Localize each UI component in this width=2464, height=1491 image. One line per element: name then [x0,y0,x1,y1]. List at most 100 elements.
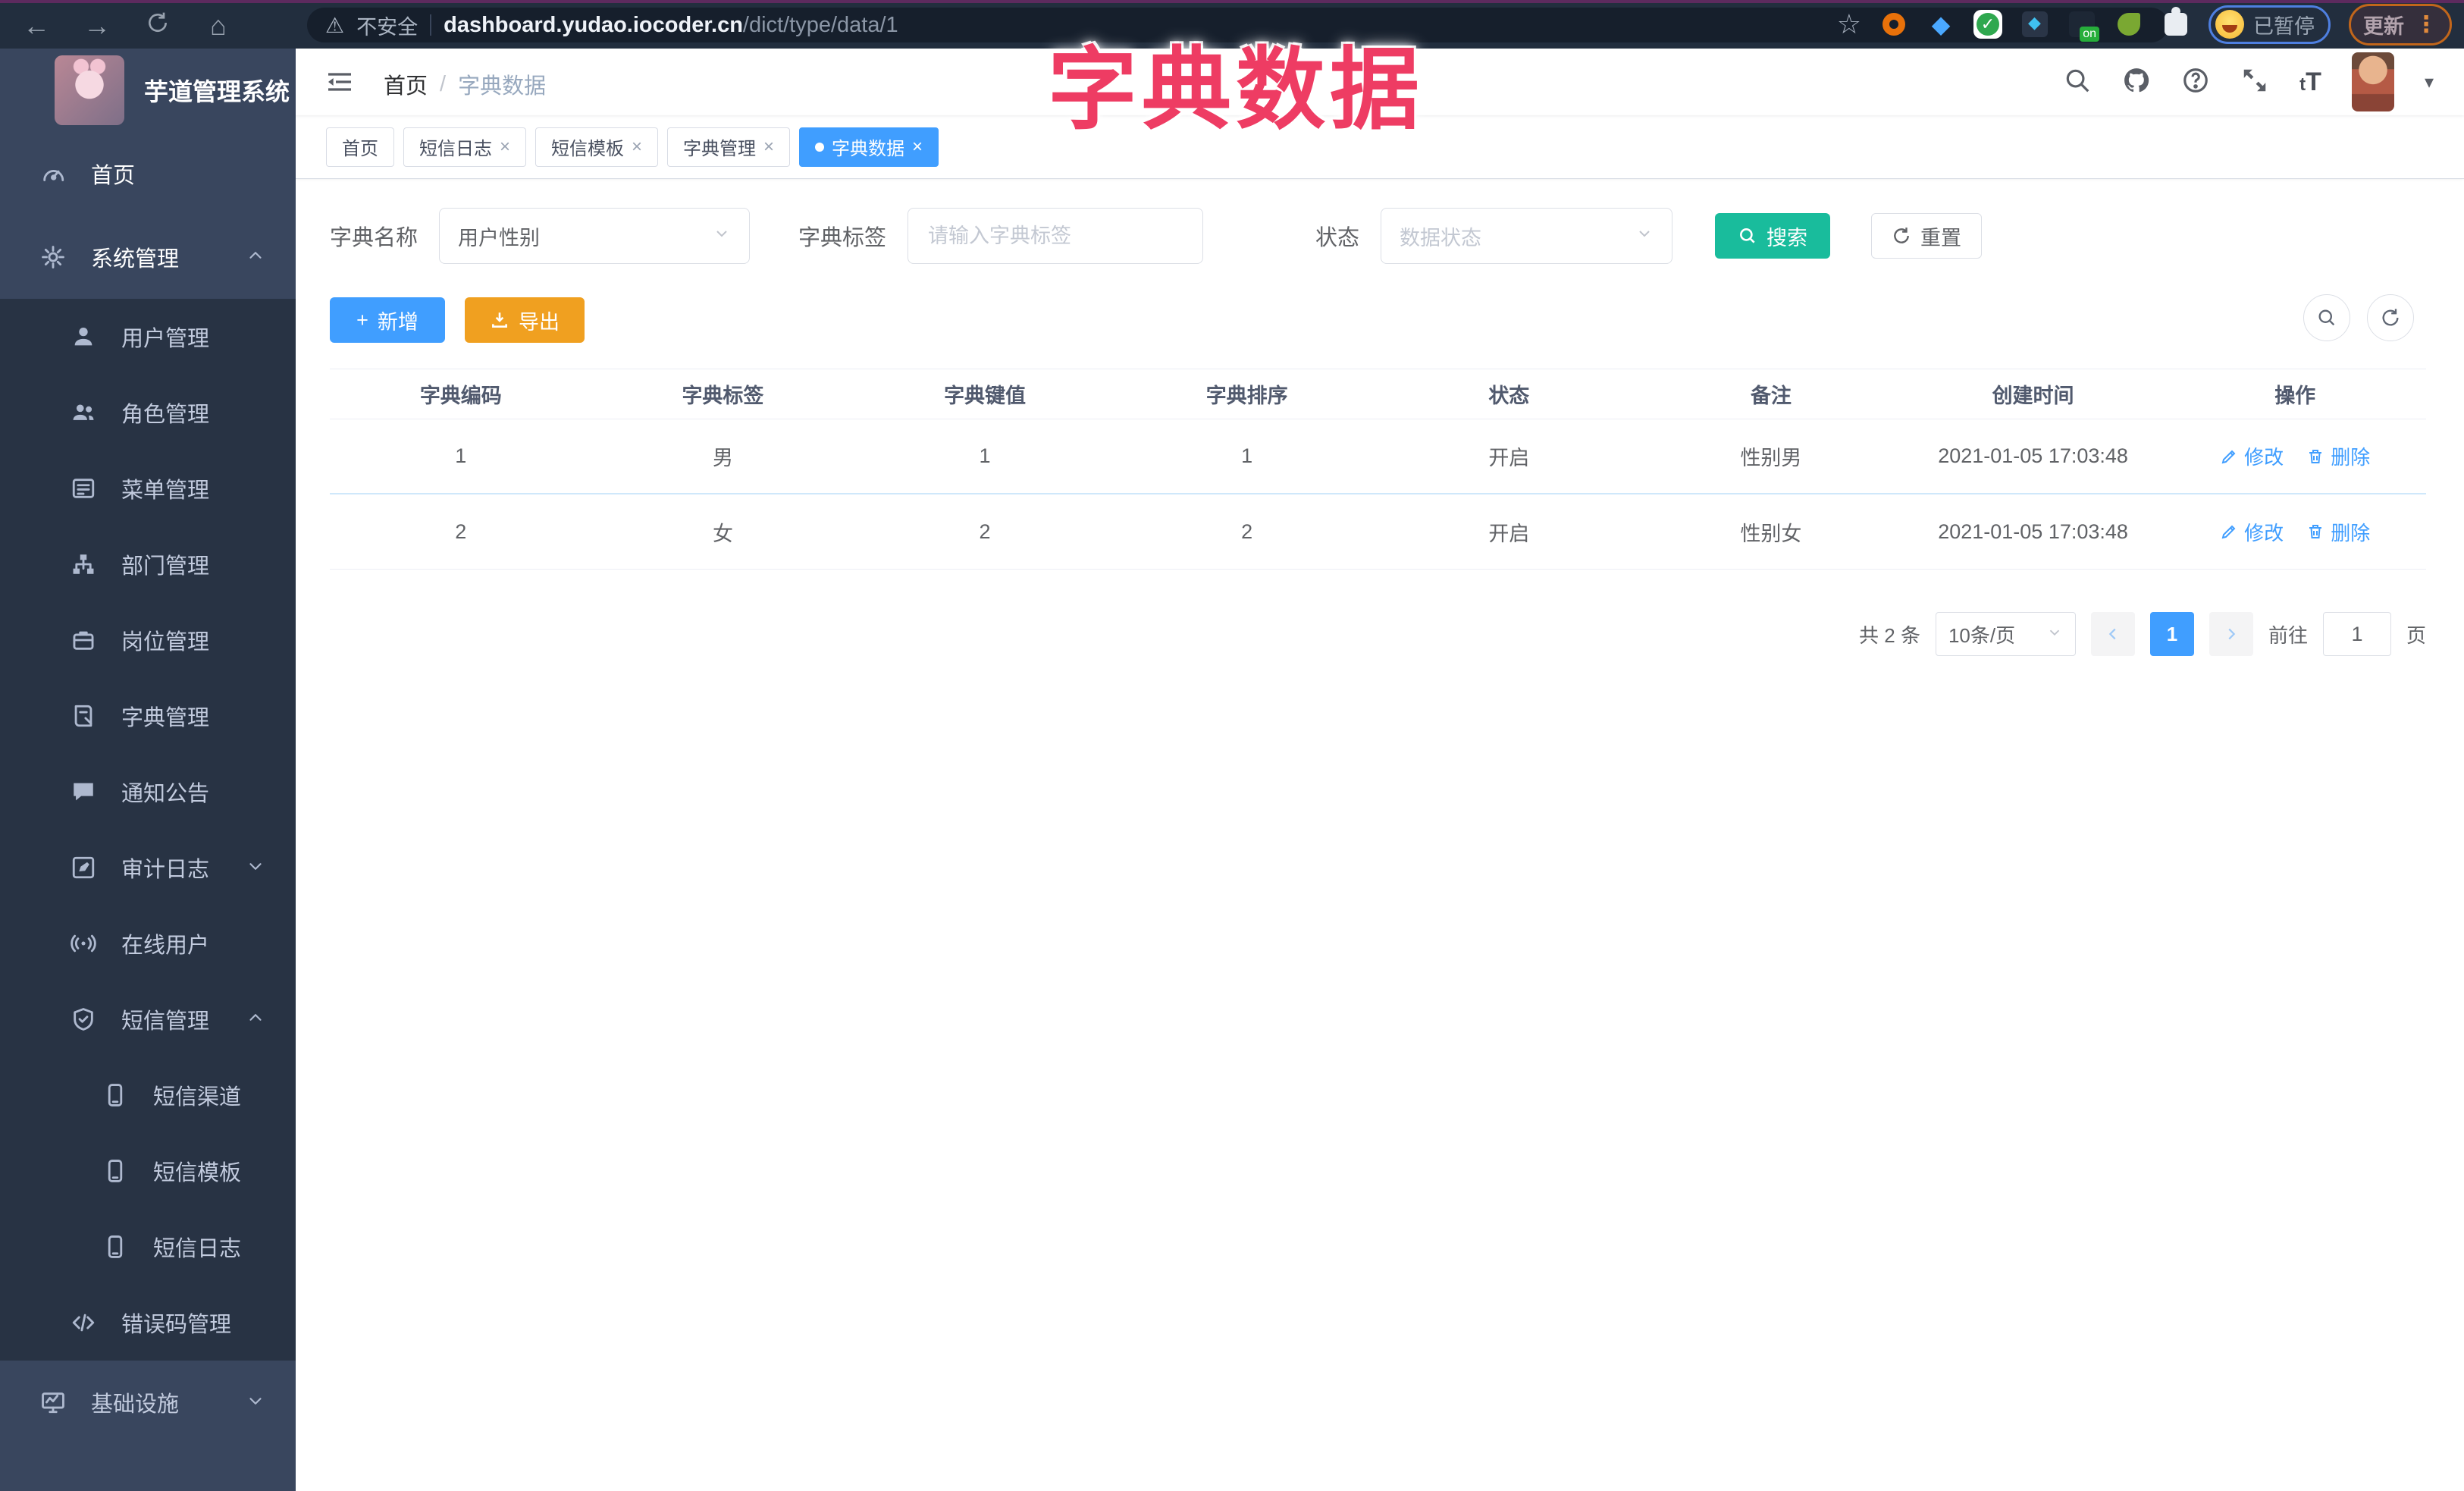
font-size-icon[interactable]: tT [2299,67,2321,97]
sidebar-item[interactable]: 在线用户 [0,906,296,981]
browser-update-button[interactable]: 更新 ⋮ [2349,3,2452,46]
table-column-header: 操作 [2274,385,2316,407]
extensions-puzzle-icon[interactable] [2161,7,2190,39]
dict-label-input[interactable] [926,223,1185,249]
bookmark-star-icon[interactable]: ☆ [1837,8,1861,40]
browser-reload-icon[interactable] [143,10,173,42]
refresh-button[interactable] [2367,294,2414,341]
trash-icon [2309,525,2322,538]
edit-link[interactable]: 修改 [2220,442,2284,470]
sidebar-item[interactable]: 短信日志 [0,1209,296,1285]
extension-icon[interactable]: on [2067,10,2099,42]
table-column-header: 字典编码 [419,385,502,407]
reset-button[interactable]: 重置 [1871,213,1983,259]
close-icon[interactable]: × [632,137,642,158]
tab-label: 字典数据 [832,139,905,159]
browser-menu-icon[interactable]: ⋮ [2415,11,2437,38]
monitor-icon [36,1389,70,1415]
sidebar-item[interactable]: 部门管理 [0,526,296,602]
add-button[interactable]: + 新增 [330,297,445,343]
delete-link[interactable]: 删除 [2306,442,2370,470]
search-icon[interactable] [2063,66,2092,99]
sidebar-item[interactable]: 审计日志 [0,830,296,906]
breadcrumb-home[interactable]: 首页 [384,68,428,100]
dict-name-select[interactable]: 用户性别 [439,208,751,264]
status-select[interactable]: 数据状态 [1381,208,1673,264]
extension-icon[interactable]: ✓ [1973,10,2002,39]
sidebar-item[interactable]: 首页 [0,132,296,215]
table-cell: 性别女 [1740,522,1802,545]
tab-item[interactable]: 短信日志 × [403,127,527,167]
sidebar-item[interactable]: 错误码管理 [0,1285,296,1361]
extension-icon[interactable]: ◆ [1926,10,1955,39]
edit-label: 修改 [2244,521,2284,545]
sidebar-item-label: 部门管理 [121,554,210,579]
export-button[interactable]: 导出 [465,297,585,343]
close-icon[interactable]: × [500,137,510,158]
tab-label: 字典管理 [683,139,757,159]
edit-link[interactable]: 修改 [2220,518,2284,546]
dict-name-label: 字典名称 [330,226,419,250]
sidebar-item[interactable]: 通知公告 [0,754,296,830]
goto-page-input[interactable] [2322,612,2391,656]
sidebar-item[interactable]: 短信渠道 [0,1057,296,1133]
prev-page-button[interactable] [2090,612,2135,656]
avatar-caret-icon[interactable]: ▾ [2425,71,2434,93]
page-size-select[interactable]: 10条/页 [1935,612,2076,656]
github-icon[interactable] [2122,66,2151,99]
search-button-label: 搜索 [1766,226,1808,250]
next-page-button[interactable] [2209,612,2253,656]
delete-link[interactable]: 删除 [2306,518,2370,546]
sidebar-item[interactable]: 菜单管理 [0,450,296,526]
gear-icon [36,244,70,270]
profile-paused-chip[interactable]: 已暂停 [2209,5,2331,44]
screen: ← → ⌂ ⚠ 不安全 dashboard.yudao.iocoder.cn/d… [0,0,2464,1491]
export-button-label: 导出 [519,310,560,334]
extension-icon[interactable]: ◆ [2020,10,2049,39]
browser-forward-icon[interactable]: → [82,10,112,42]
fullscreen-icon[interactable] [2240,66,2269,99]
edit-icon [2221,450,2236,463]
table-column-header: 字典标签 [682,385,764,407]
user-avatar[interactable] [2351,52,2394,111]
sidebar-item[interactable]: 基础设施 [0,1361,296,1444]
help-icon[interactable] [2181,66,2210,99]
edit-label: 修改 [2244,446,2284,469]
browser-back-icon[interactable]: ← [21,10,52,42]
main-area: 首页 / 字典数据 tT ▾ 首页 短信日志 × 短信模板 × 字典管理 × 字典数据 × 字典… [296,49,2464,1491]
tab-item[interactable]: 短信模板 × [535,127,659,167]
tab-active[interactable]: 字典数据 × [799,127,939,167]
toggle-search-button[interactable] [2303,294,2350,341]
browser-home-icon[interactable]: ⌂ [203,10,234,42]
tab-item[interactable]: 字典管理 × [667,127,791,167]
not-secure-warning-icon: ⚠ [325,13,345,37]
goto-input-wrap [2322,612,2391,656]
sidebar-item-label: 短信管理 [121,1009,210,1034]
total-count: 共 2 条 [1859,623,1920,647]
sidebar-item-label: 在线用户 [121,934,210,958]
sidebar-item[interactable]: 用户管理 [0,299,296,375]
extension-icon[interactable] [1879,10,1908,39]
sidebar-item[interactable]: 岗位管理 [0,602,296,678]
sidebar-logo[interactable]: 芋道管理系统 [0,49,296,132]
extension-icon[interactable] [2114,10,2143,39]
sidebar-item[interactable]: 短信模板 [0,1133,296,1209]
code-icon [67,1310,100,1336]
dict-data-table: 字典编码 字典标签 字典键值 字典排序 状态 备注 创建时间 操作 1 男 1 1 开启 性别男 2021… [330,369,2426,570]
close-icon[interactable]: × [912,137,923,158]
sidebar-fold-icon[interactable] [324,67,355,101]
tab-item[interactable]: 首页 [326,127,394,167]
user-icon [67,324,100,350]
profile-avatar [2215,10,2244,39]
update-label: 更新 [2363,14,2404,38]
sidebar-item[interactable]: 字典管理 [0,678,296,754]
sidebar-item[interactable]: 系统管理 [0,215,296,299]
org-tree-icon [67,551,100,577]
sidebar-item[interactable]: 角色管理 [0,375,296,450]
sidebar-item[interactable]: 短信管理 [0,981,296,1057]
dashboard-icon [36,161,70,187]
close-icon[interactable]: × [763,137,774,158]
page-number-button[interactable]: 1 [2149,612,2194,656]
search-button[interactable]: 搜索 [1715,213,1831,259]
page-content: 字典名称 用户性别 字典标签 状态 数据状态 搜索 [296,179,2464,656]
